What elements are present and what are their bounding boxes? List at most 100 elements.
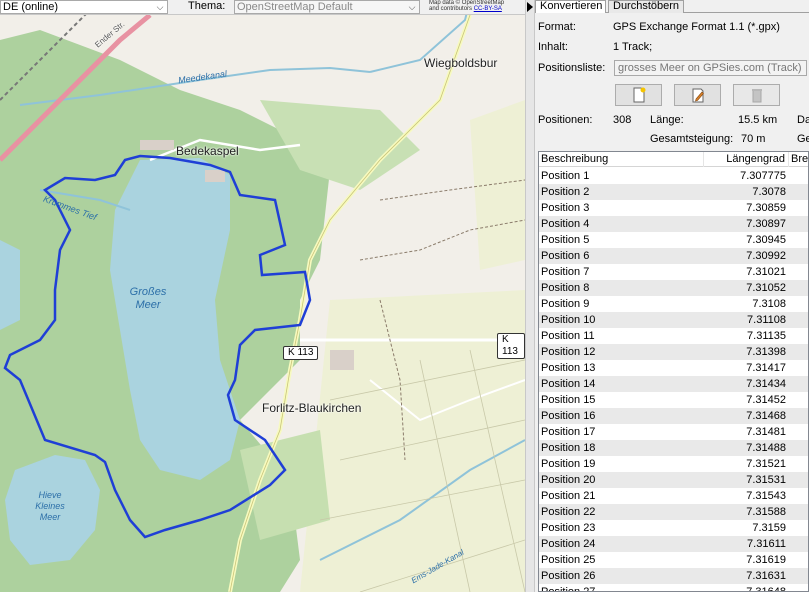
table-row[interactable]: Position 27 7.31648 <box>539 584 808 592</box>
position-list-label: Positionsliste: <box>538 62 606 74</box>
chevron-down-icon: ⌵ <box>156 2 164 12</box>
table-row[interactable]: Position 13 7.31417 <box>539 360 808 376</box>
length-value: 15.5 km <box>738 114 778 126</box>
table-row[interactable]: Position 14 7.31434 <box>539 376 808 392</box>
map-theme-value: OpenStreetMap Default <box>237 1 353 13</box>
cell-longitude: 7.31531 <box>746 474 786 486</box>
table-row[interactable]: Position 16 7.31468 <box>539 408 808 424</box>
ascent-value: 70 m <box>741 133 766 145</box>
table-row[interactable]: Position 2 7.3078 <box>539 184 808 200</box>
road-shield-k113-east: K 113 <box>497 333 525 359</box>
cell-description: Position 3 <box>541 202 590 214</box>
table-row[interactable]: Position 6 7.30992 <box>539 248 808 264</box>
cell-longitude: 7.31588 <box>746 506 786 518</box>
cell-longitude: 7.31611 <box>747 538 786 550</box>
cell-description: Position 7 <box>541 266 590 278</box>
cell-description: Position 24 <box>541 538 596 550</box>
table-row[interactable]: Position 1 7.307775 <box>539 168 808 184</box>
table-row[interactable]: Position 18 7.31488 <box>539 440 808 456</box>
cell-description: Position 13 <box>541 362 596 374</box>
road-shield-k113: K 113 <box>283 346 319 360</box>
table-row[interactable]: Position 7 7.31021 <box>539 264 808 280</box>
table-row[interactable]: Position 4 7.30897 <box>539 216 808 232</box>
table-row[interactable]: Position 17 7.31481 <box>539 424 808 440</box>
cell-longitude: 7.3159 <box>752 522 786 534</box>
table-row[interactable]: Position 24 7.31611 <box>539 536 808 552</box>
column-header-latitude[interactable]: Breit <box>789 152 808 167</box>
collapse-arrow-icon[interactable] <box>527 2 533 12</box>
column-header-description[interactable]: Beschreibung <box>539 152 704 167</box>
cell-description: Position 5 <box>541 234 590 246</box>
water-label-hieve-kleines-meer: Hieve Kleines Meer <box>35 490 65 522</box>
edit-position-button[interactable] <box>674 84 721 106</box>
cell-description: Position 27 <box>541 586 596 592</box>
format-value: GPS Exchange Format 1.1 (*.gpx) <box>613 21 780 33</box>
table-row[interactable]: Position 22 7.31588 <box>539 504 808 520</box>
place-label-wiegboldsbur: Wiegboldsbur <box>424 56 498 70</box>
table-row[interactable]: Position 12 7.31398 <box>539 344 808 360</box>
ascent-label: Gesamtsteigung: <box>650 133 734 145</box>
length-label: Länge: <box>650 114 684 126</box>
edit-icon <box>692 88 704 103</box>
cell-description: Position 26 <box>541 570 596 582</box>
format-label: Format: <box>538 21 576 33</box>
map-source-select[interactable]: DE (online) ⌵ <box>0 0 168 14</box>
cell-longitude: 7.3078 <box>752 186 786 198</box>
place-label-bedekaspel: Bedekaspel <box>176 144 239 158</box>
positions-table[interactable]: Beschreibung Längengrad Breit Position 1… <box>538 151 809 592</box>
cell-description: Position 20 <box>541 474 596 486</box>
cell-longitude: 7.30945 <box>746 234 786 246</box>
column-header-longitude[interactable]: Längengrad <box>704 152 789 167</box>
cell-longitude: 7.31481 <box>746 426 786 438</box>
attribution-license-link[interactable]: CC-BY-SA <box>474 6 502 12</box>
cell-longitude: 7.31434 <box>746 378 786 390</box>
table-row[interactable]: Position 26 7.31631 <box>539 568 808 584</box>
content-label: Inhalt: <box>538 41 568 53</box>
map-canvas[interactable] <box>0 0 525 592</box>
positions-label: Positionen: <box>538 114 593 126</box>
cell-longitude: 7.31488 <box>746 442 786 454</box>
table-row[interactable]: Position 23 7.3159 <box>539 520 808 536</box>
content-value: 1 Track; <box>613 41 653 53</box>
cell-description: Position 22 <box>541 506 596 518</box>
cell-description: Position 21 <box>541 490 596 502</box>
table-row[interactable]: Position 8 7.31052 <box>539 280 808 296</box>
cell-longitude: 7.31468 <box>746 410 786 422</box>
delete-position-button[interactable] <box>733 84 780 106</box>
descent-label-truncated: Ge <box>797 133 809 145</box>
map-attribution: Map data © OpenStreetMap and contributor… <box>429 0 521 15</box>
cell-longitude: 7.31398 <box>746 346 786 358</box>
cell-longitude: 7.30859 <box>746 202 786 214</box>
new-position-button[interactable] <box>615 84 662 106</box>
table-row[interactable]: Position 15 7.31452 <box>539 392 808 408</box>
cell-longitude: 7.31648 <box>746 586 786 592</box>
cell-description: Position 9 <box>541 298 590 310</box>
map-view[interactable]: Wiegboldsbur Bedekaspel Forlitz-Blaukirc… <box>0 0 525 592</box>
water-label-grosses-meer: Großes Meer <box>129 286 167 311</box>
map-theme-select[interactable]: OpenStreetMap Default ⌵ <box>234 0 420 14</box>
tab-browse[interactable]: Durchstöbern <box>608 0 684 13</box>
cell-description: Position 23 <box>541 522 596 534</box>
table-body: Position 1 7.307775 Position 2 7.3078 Positi… <box>539 168 808 592</box>
cell-longitude: 7.3108 <box>752 298 786 310</box>
table-row[interactable]: Position 25 7.31619 <box>539 552 808 568</box>
pane-splitter[interactable] <box>525 0 535 592</box>
position-list-select[interactable]: grosses Meer on GPSies.com (Track) <box>614 60 807 76</box>
table-row[interactable]: Position 3 7.30859 <box>539 200 808 216</box>
cell-longitude: 7.31452 <box>746 394 786 406</box>
tab-convert[interactable]: Konvertieren <box>535 0 606 13</box>
trash-icon <box>751 89 762 103</box>
table-header: Beschreibung Längengrad Breit <box>539 152 808 167</box>
table-row[interactable]: Position 5 7.30945 <box>539 232 808 248</box>
table-row[interactable]: Position 11 7.31135 <box>539 328 808 344</box>
table-row[interactable]: Position 21 7.31543 <box>539 488 808 504</box>
table-row[interactable]: Position 10 7.31108 <box>539 312 808 328</box>
table-row[interactable]: Position 19 7.31521 <box>539 456 808 472</box>
buildings <box>205 170 225 182</box>
cell-description: Position 4 <box>541 218 590 230</box>
table-row[interactable]: Position 20 7.31531 <box>539 472 808 488</box>
cell-longitude: 7.31108 <box>747 314 786 326</box>
table-row[interactable]: Position 9 7.3108 <box>539 296 808 312</box>
cell-description: Position 6 <box>541 250 590 262</box>
cell-longitude: 7.31135 <box>747 330 786 342</box>
